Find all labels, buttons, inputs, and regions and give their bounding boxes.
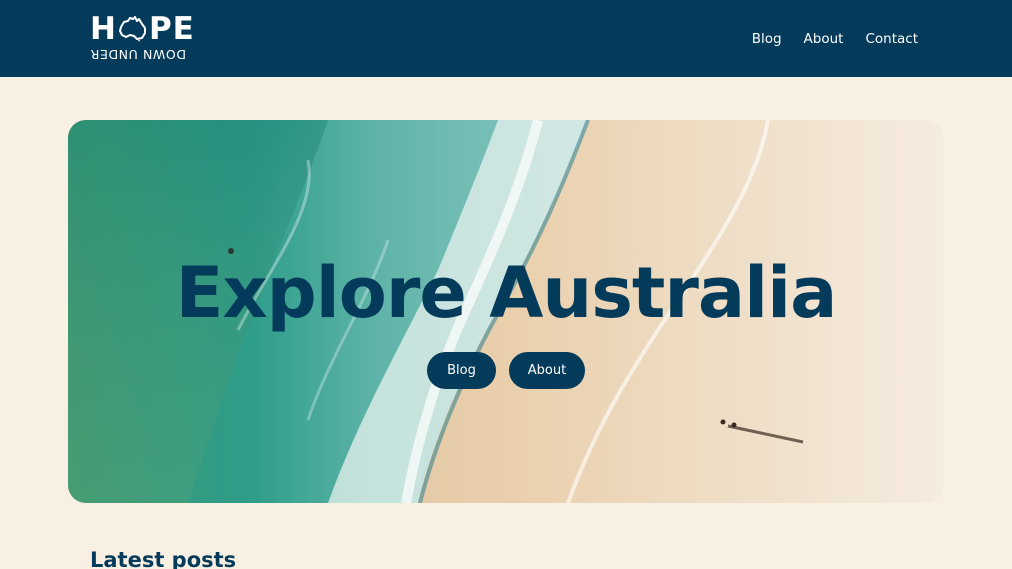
australia-map-icon xyxy=(118,16,148,42)
latest-posts-heading: Latest posts xyxy=(90,548,237,569)
hero-about-button[interactable]: About xyxy=(509,352,585,389)
nav-blog-link[interactable]: Blog xyxy=(752,30,782,48)
nav-about-link[interactable]: About xyxy=(804,30,844,48)
logo-letters-pe: PE xyxy=(148,11,195,47)
site-header: H PE DOWN UNDER Blog About Contact xyxy=(0,0,1012,77)
logo-wordmark: H PE xyxy=(90,11,195,47)
hero-title: Explore Australia xyxy=(175,252,838,334)
logo-tagline: DOWN UNDER xyxy=(90,47,186,62)
logo-letter-h: H xyxy=(90,11,117,47)
hero-banner: Explore Australia Blog About xyxy=(68,120,944,503)
main-nav: Blog About Contact xyxy=(752,30,918,48)
site-logo[interactable]: H PE DOWN UNDER xyxy=(90,14,194,63)
hero-actions: Blog About xyxy=(68,352,944,389)
nav-contact-link[interactable]: Contact xyxy=(865,30,918,48)
hero-blog-button[interactable]: Blog xyxy=(427,352,496,389)
